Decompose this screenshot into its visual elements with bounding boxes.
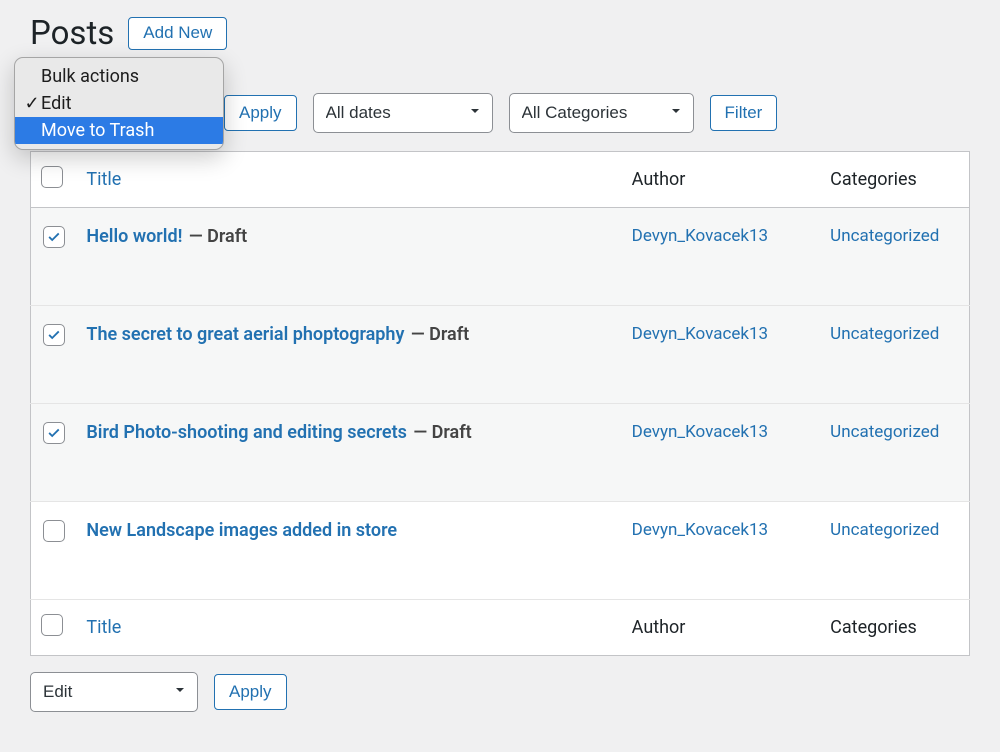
categories-filter-select[interactable]: All Categories xyxy=(509,93,694,133)
author-link[interactable]: Devyn_Kovacek13 xyxy=(632,226,768,246)
post-title-link[interactable]: New Landscape images added in store xyxy=(86,520,397,541)
row-checkbox[interactable] xyxy=(43,422,65,444)
draft-badge: — Draft xyxy=(406,324,469,345)
toolbar-top: Bulk actions ✓ Edit Move to Trash Apply … xyxy=(30,93,970,151)
column-footer-categories: Categories xyxy=(820,600,969,656)
post-title-link[interactable]: The secret to great aerial phoptography xyxy=(86,324,404,345)
dates-filter-select[interactable]: All dates xyxy=(313,93,493,133)
table-row: Hello world! — Draft Devyn_Kovacek13 Unc… xyxy=(31,208,970,306)
bulk-option-move-to-trash[interactable]: Move to Trash xyxy=(15,117,223,144)
column-header-title[interactable]: Title xyxy=(86,169,121,190)
author-link[interactable]: Devyn_Kovacek13 xyxy=(632,324,768,344)
row-checkbox[interactable] xyxy=(43,226,65,248)
checkmark-icon: ✓ xyxy=(23,93,41,114)
author-link[interactable]: Devyn_Kovacek13 xyxy=(632,422,768,442)
page-title: Posts xyxy=(30,14,114,53)
posts-table: Title Author Categories Hello world! — D… xyxy=(30,151,970,656)
category-link[interactable]: Uncategorized xyxy=(830,226,939,246)
table-row: Bird Photo-shooting and editing secrets … xyxy=(31,404,970,502)
column-footer-author: Author xyxy=(622,600,821,656)
add-new-button[interactable]: Add New xyxy=(128,17,227,49)
author-link[interactable]: Devyn_Kovacek13 xyxy=(632,520,768,540)
column-header-categories: Categories xyxy=(820,152,969,208)
category-link[interactable]: Uncategorized xyxy=(830,324,939,344)
category-link[interactable]: Uncategorized xyxy=(830,520,939,540)
select-all-checkbox-bottom[interactable] xyxy=(41,614,63,636)
column-footer-title[interactable]: Title xyxy=(86,617,121,638)
bulk-actions-dropdown-open[interactable]: Bulk actions ✓ Edit Move to Trash xyxy=(14,57,224,150)
bulk-actions-select-bottom[interactable]: Edit xyxy=(30,672,198,712)
column-header-author: Author xyxy=(622,152,821,208)
draft-badge: — Draft xyxy=(184,226,247,247)
draft-badge: — Draft xyxy=(409,422,472,443)
bulk-option-bulk-actions[interactable]: Bulk actions xyxy=(15,63,223,90)
row-checkbox[interactable] xyxy=(43,520,65,542)
bulk-option-edit[interactable]: ✓ Edit xyxy=(15,90,223,117)
apply-button-top[interactable]: Apply xyxy=(224,95,297,131)
filter-button[interactable]: Filter xyxy=(710,95,778,131)
post-title-link[interactable]: Bird Photo-shooting and editing secrets xyxy=(86,422,407,443)
table-row: New Landscape images added in store Devy… xyxy=(31,502,970,600)
select-all-checkbox-top[interactable] xyxy=(41,166,63,188)
post-title-link[interactable]: Hello world! xyxy=(86,226,182,247)
apply-button-bottom[interactable]: Apply xyxy=(214,674,287,710)
category-link[interactable]: Uncategorized xyxy=(830,422,939,442)
toolbar-bottom: Edit Apply xyxy=(30,656,970,712)
row-checkbox[interactable] xyxy=(43,324,65,346)
table-row: The secret to great aerial phoptography … xyxy=(31,306,970,404)
